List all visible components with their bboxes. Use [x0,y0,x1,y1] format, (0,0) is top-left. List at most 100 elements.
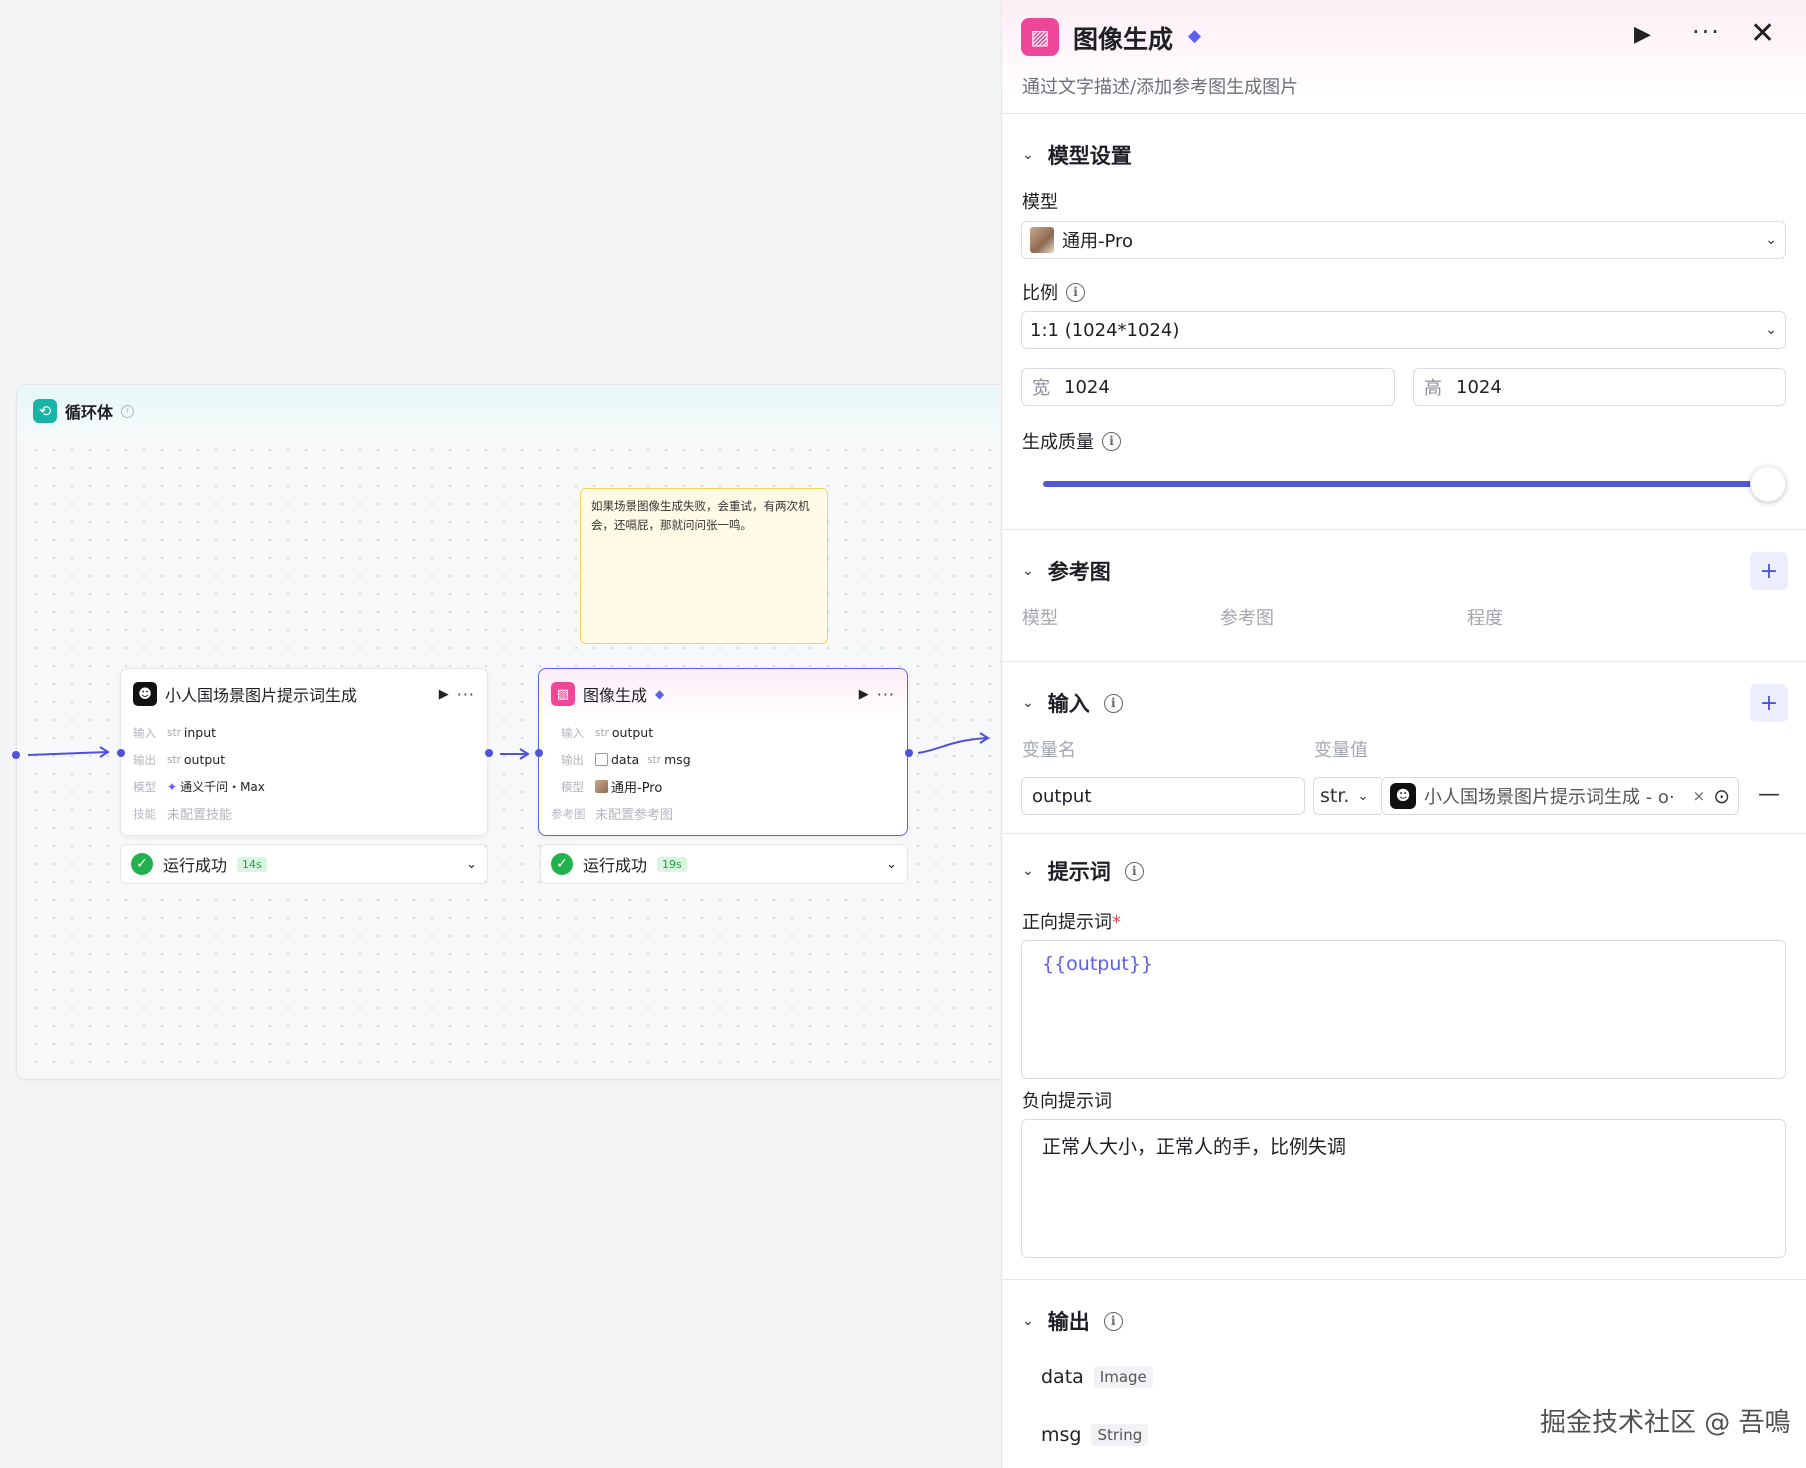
label-text: 比例 [1022,283,1058,304]
negative-prompt-textarea[interactable]: 正常人大小，正常人的手，比例失调 [1021,1119,1786,1258]
node-skill-row: 技能 未配置技能 [121,800,487,827]
column-header: 变量名 [1022,740,1076,761]
target-icon[interactable]: ⊙ [1713,784,1730,808]
ratio-select[interactable]: 1:1 (1024*1024) ⌄ [1021,311,1786,349]
info-icon[interactable]: i [1103,1311,1123,1331]
section-header[interactable]: ⌄ 输出 i [1022,1306,1123,1336]
section-header[interactable]: ⌄ 提示词 i [1022,856,1144,886]
port-out[interactable] [485,749,493,757]
chevron-down-icon: ⌄ [1765,232,1777,248]
positive-prompt-textarea[interactable]: {{output}} [1021,940,1786,1079]
input-value: 1024 [1064,376,1110,398]
row-label: 输入 [133,725,156,740]
port-out[interactable] [905,749,913,757]
chevron-down-icon[interactable]: ⌄ [466,857,477,872]
quality-slider-thumb[interactable] [1750,466,1786,502]
image-type-icon [595,753,608,766]
info-icon[interactable]: i [1102,431,1121,451]
info-icon[interactable]: i [1124,861,1144,881]
column-header: 模型 [1022,608,1058,629]
width-input[interactable]: 宽 1024 [1021,368,1395,406]
param-type: str [595,726,609,739]
param-name: msg [664,752,691,767]
info-icon[interactable]: i [1103,693,1123,713]
diamond-icon: ◆ [1188,26,1202,46]
more-icon[interactable]: ··· [457,685,475,704]
section-header[interactable]: ⌄ 模型设置 [1022,140,1132,170]
loop-title: 循环体 [65,403,114,422]
input-value: 1024 [1456,376,1502,398]
info-icon[interactable]: i [121,404,135,418]
node-run-status[interactable]: ✓ 运行成功 14s ⌄ [120,844,488,884]
select-value: 1:1 (1024*1024) [1030,319,1180,341]
loop-icon: ⟲ [33,399,57,423]
info-icon[interactable]: i [1066,282,1085,302]
model-avatar [595,780,608,793]
port-in[interactable] [535,749,543,757]
node-output-row: 输出 str output [121,746,487,773]
port-in[interactable] [117,749,125,757]
model-label: 模型 [1022,188,1058,214]
section-header[interactable]: ⌄ 参考图 [1022,556,1111,586]
node-model-row: 模型 ✦ 通义千问・Max [121,773,487,800]
panel-title: 图像生成 [1073,25,1174,54]
label-text: 模型 [1022,192,1058,213]
param-name: data [611,752,640,767]
param-name: input [183,725,217,740]
chevron-down-icon[interactable]: ⌄ [886,857,897,872]
workflow-canvas[interactable]: ⟲ 循环体 i 如果场景图像生成失败，会重试，有两次机会，还嗝屁，那就问问张一鸣… [0,0,1000,1468]
output-type-badge: Image [1093,1366,1153,1388]
output-item: msg String [1041,1424,1149,1446]
height-input[interactable]: 高 1024 [1413,368,1786,406]
column-header: 参考图 [1220,608,1274,629]
quality-label: 生成质量 i [1022,428,1121,454]
more-icon[interactable]: ··· [1692,18,1721,46]
close-icon[interactable]: ✕ [1750,16,1775,51]
play-icon[interactable]: ▶ [439,687,449,702]
play-icon[interactable]: ▶ [859,687,869,702]
node-config-panel: ▨ 图像生成 ◆ 通过文字描述/添加参考图生成图片 ▶ ··· ✕ ⌄ 模型设置… [1001,0,1806,1468]
column-header: 变量值 [1314,740,1368,761]
play-icon[interactable]: ▶ [1634,22,1651,47]
chevron-down-icon[interactable]: ⌄ [1022,1313,1034,1329]
sticky-note[interactable]: 如果场景图像生成失败，会重试，有两次机会，还嗝屁，那就问问张一鸣。 [580,488,828,644]
quality-slider-track[interactable] [1043,481,1763,487]
node-input-row: 输入 str input [121,719,487,746]
node-prompt-generator[interactable]: ☻ 小人国场景图片提示词生成 ▶ ··· 输入 str input 输出 str o… [117,668,493,836]
type-value: str. [1320,785,1350,807]
positive-prompt-label: 正向提示词* [1022,908,1121,934]
status-text: 运行成功 [163,856,228,875]
more-icon[interactable]: ··· [877,685,895,704]
model-tag: ✦ 通义千问・Max [167,778,265,795]
variable-name-input[interactable]: output [1021,777,1305,815]
prompt-variable: {{output}} [1042,953,1154,975]
row-label: 参考图 [551,806,586,821]
success-check-icon: ✓ [131,853,153,875]
qwen-icon: ✦ [167,779,178,794]
chevron-down-icon[interactable]: ⌄ [1022,147,1034,163]
node-run-status[interactable]: ✓ 运行成功 19s ⌄ [540,844,908,884]
section-header[interactable]: ⌄ 输入 i [1022,688,1123,718]
model-select[interactable]: 通用-Pro ⌄ [1021,221,1786,259]
add-input-button[interactable]: + [1750,684,1788,722]
reference-section: ⌄ 参考图 + 模型 参考图 程度 [1002,530,1806,662]
section-title: 输入 [1047,692,1090,716]
prompt-text: 正常人大小，正常人的手，比例失调 [1042,1136,1347,1158]
port-loop-in[interactable] [12,751,20,759]
chevron-down-icon[interactable]: ⌄ [1022,563,1034,579]
add-reference-button[interactable]: + [1750,552,1788,590]
param-name: output [611,725,654,740]
variable-reference-field[interactable]: ☻ 小人国场景图片提示词生成 - o· × ⊙ [1381,777,1739,815]
duration-badge: 14s [237,856,267,872]
duration-badge: 19s [657,856,687,872]
remove-input-button[interactable]: — [1758,782,1780,807]
variable-type-select[interactable]: str. ⌄ [1313,777,1381,815]
chevron-down-icon[interactable]: ⌄ [1022,863,1034,879]
node-ref-row: 参考图 未配置参考图 [539,800,907,827]
label-text: 正向提示词* [1022,908,1121,934]
node-header: ☻ 小人国场景图片提示词生成 ▶ ··· [121,669,487,719]
loop-header: ⟲ 循环体 i [17,385,1000,437]
clear-icon[interactable]: × [1693,787,1706,805]
node-image-generation[interactable]: ▨ 图像生成 ◆ ▶ ··· 输入 str output 输出 data str ms… [535,668,913,836]
chevron-down-icon[interactable]: ⌄ [1022,695,1034,711]
